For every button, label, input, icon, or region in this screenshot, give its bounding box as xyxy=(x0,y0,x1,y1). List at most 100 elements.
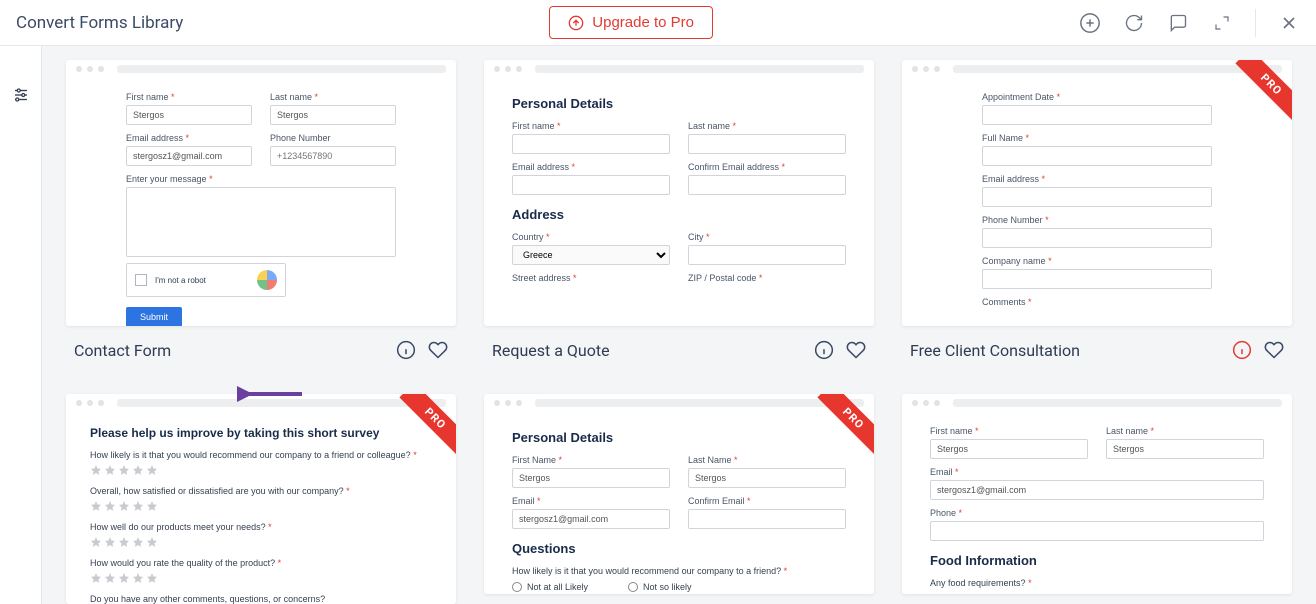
expand-icon[interactable] xyxy=(1211,12,1233,34)
recaptcha: I'm not a robot xyxy=(126,263,286,297)
sidebar xyxy=(0,46,42,604)
comment-icon[interactable] xyxy=(1167,12,1189,34)
food-q1: Any food requirements? xyxy=(930,578,1026,588)
survey-title: Please help us improve by taking this sh… xyxy=(90,426,432,440)
email-input xyxy=(512,509,670,529)
caption: Request a Quote xyxy=(484,326,874,366)
preview: PRO Personal Details First Name * Last N… xyxy=(484,394,874,594)
info-icon[interactable] xyxy=(396,340,416,360)
section-heading-questions: Questions xyxy=(512,541,846,556)
phone-input xyxy=(982,228,1212,248)
city-input xyxy=(688,245,846,265)
first-name-label: First name xyxy=(512,121,555,131)
phone-label: Phone Number xyxy=(270,133,396,143)
page-title: Convert Forms Library xyxy=(16,13,183,33)
survey-q3: How well do our products meet your needs… xyxy=(90,522,266,532)
first-name-input xyxy=(512,468,670,488)
info-icon[interactable] xyxy=(1232,340,1252,360)
heart-icon[interactable] xyxy=(428,340,448,360)
topbar-actions xyxy=(1079,9,1300,37)
first-name-label: First Name xyxy=(512,455,556,465)
confirm-email-input xyxy=(688,175,846,195)
last-name-input xyxy=(688,134,846,154)
submit-button: Submit xyxy=(126,307,182,326)
upgrade-label: Upgrade to Pro xyxy=(592,14,694,31)
browser-bar xyxy=(484,60,874,78)
first-name-label: First name xyxy=(930,426,973,436)
city-label: City xyxy=(688,232,704,242)
email-label: Email address xyxy=(512,162,569,172)
phone-label: Phone xyxy=(930,508,956,518)
last-name-label: Last name xyxy=(270,92,312,102)
section-heading-address: Address xyxy=(512,207,846,222)
first-name-input xyxy=(126,105,252,125)
radio-opt-2: Not so likely xyxy=(628,582,692,592)
radio-opt-1: Not at all Likely xyxy=(512,582,588,592)
confirm-email-input xyxy=(688,509,846,529)
phone-input xyxy=(270,146,396,166)
filter-icon[interactable] xyxy=(12,86,30,604)
heart-icon[interactable] xyxy=(846,340,866,360)
section-heading-personal: Personal Details xyxy=(512,430,846,445)
message-label: Enter your message xyxy=(126,174,207,184)
first-name-label: First name xyxy=(126,92,169,102)
templates-grid: First name * Last name * Email address *… xyxy=(42,46,1316,604)
divider xyxy=(1255,9,1256,37)
appt-label: Appointment Date xyxy=(982,92,1054,102)
add-icon[interactable] xyxy=(1079,12,1101,34)
last-name-input xyxy=(1106,439,1264,459)
radio-row: Not at all Likely Not so likely xyxy=(512,582,846,592)
upgrade-to-pro-button[interactable]: Upgrade to Pro xyxy=(549,6,713,39)
email-input xyxy=(982,187,1212,207)
close-icon[interactable] xyxy=(1278,12,1300,34)
appt-input xyxy=(982,105,1212,125)
preview: PRO Appointment Date * Full Name * Email… xyxy=(902,60,1292,326)
heart-icon[interactable] xyxy=(1264,340,1284,360)
upload-icon xyxy=(568,15,584,31)
section-heading-personal: Personal Details xyxy=(512,96,846,111)
preview: First name * Last name * Email * Phone *… xyxy=(902,394,1292,594)
refresh-icon[interactable] xyxy=(1123,12,1145,34)
country-select: Greece xyxy=(512,245,670,265)
pro-ribbon: PRO xyxy=(1222,60,1292,130)
nps-q1: How likely is it that you would recommen… xyxy=(512,566,781,576)
info-icon[interactable] xyxy=(814,340,834,360)
message-textarea xyxy=(126,187,396,257)
last-name-label: Last name xyxy=(688,121,730,131)
survey-q1: How likely is it that you would recommen… xyxy=(90,450,411,460)
browser-bar xyxy=(902,394,1292,412)
preview: First name * Last name * Email address *… xyxy=(66,60,456,326)
last-name-label: Last Name xyxy=(688,455,732,465)
caption: Contact Form xyxy=(66,326,456,366)
zip-label: ZIP / Postal code xyxy=(688,273,756,283)
recaptcha-icon xyxy=(257,270,277,290)
caption: Free Client Consultation xyxy=(902,326,1292,366)
email-label: Email address xyxy=(982,174,1039,184)
template-card-consultation[interactable]: PRO Appointment Date * Full Name * Email… xyxy=(902,60,1292,366)
survey-q5: Do you have any other comments, question… xyxy=(90,594,432,604)
template-card-survey[interactable]: PRO Please help us improve by taking thi… xyxy=(66,394,456,604)
template-card-nps[interactable]: PRO Personal Details First Name * Last N… xyxy=(484,394,874,604)
preview: Personal Details First name * Last name … xyxy=(484,60,874,326)
section-heading-food: Food Information xyxy=(930,553,1264,568)
topbar: Convert Forms Library Upgrade to Pro xyxy=(0,0,1316,46)
last-name-input xyxy=(270,105,396,125)
template-card-request-quote[interactable]: Personal Details First name * Last name … xyxy=(484,60,874,366)
phone-input xyxy=(930,521,1264,541)
last-name-input xyxy=(688,468,846,488)
comments-label: Comments xyxy=(982,297,1026,307)
email-input xyxy=(126,146,252,166)
captcha-label: I'm not a robot xyxy=(155,276,206,285)
confirm-email-label: Confirm Email xyxy=(688,496,745,506)
email-label: Email xyxy=(930,467,953,477)
template-card-food[interactable]: First name * Last name * Email * Phone *… xyxy=(902,394,1292,604)
last-name-label: Last name xyxy=(1106,426,1148,436)
fullname-label: Full Name xyxy=(982,133,1023,143)
pro-ribbon: PRO xyxy=(386,394,456,464)
fullname-input xyxy=(982,146,1212,166)
template-card-contact-form[interactable]: First name * Last name * Email address *… xyxy=(66,60,456,366)
email-input xyxy=(512,175,670,195)
company-input xyxy=(982,269,1212,289)
company-label: Company name xyxy=(982,256,1046,266)
email-label: Email address xyxy=(126,133,183,143)
